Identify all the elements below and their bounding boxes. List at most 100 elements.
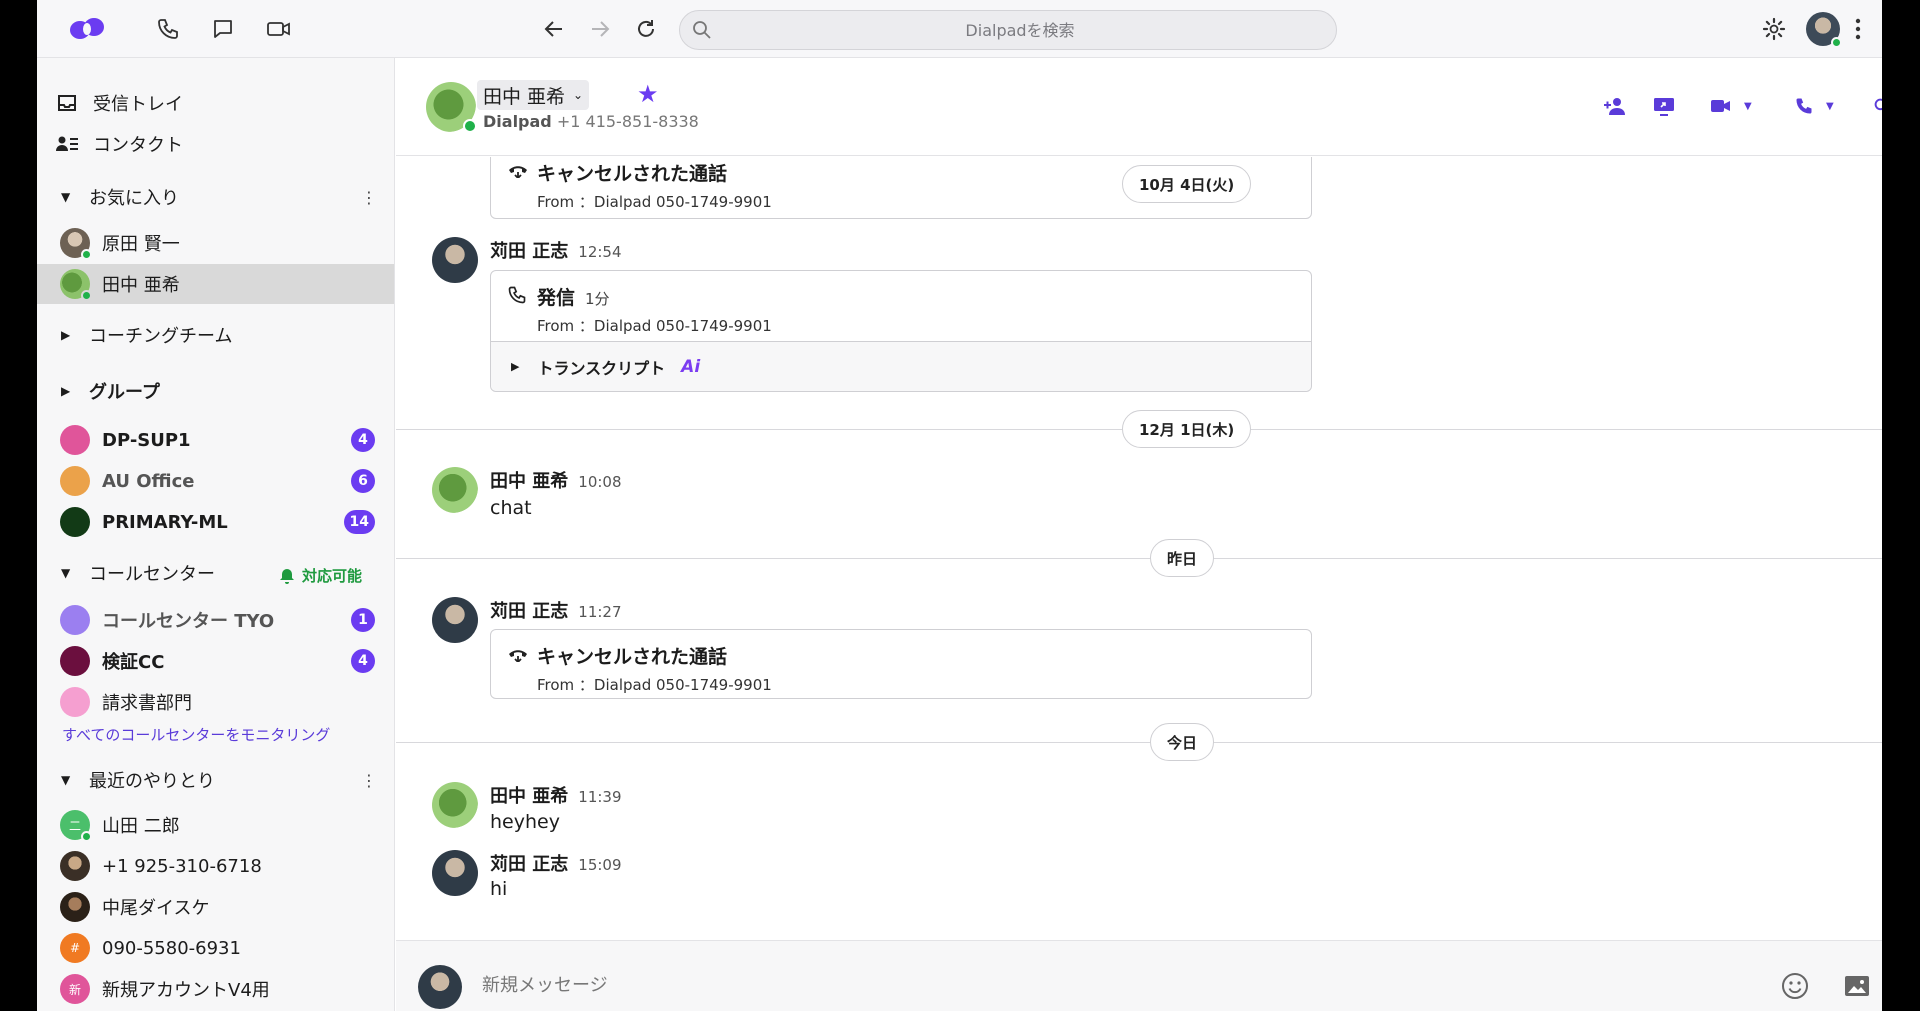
unread-badge: 4 bbox=[351, 649, 375, 673]
sidebar-item-label: 受信トレイ bbox=[93, 94, 183, 115]
caret-down-icon: ▼ bbox=[61, 190, 71, 204]
more-vertical-icon[interactable] bbox=[1850, 15, 1866, 43]
contact-name-dropdown[interactable]: 田中 亜希 ⌄ bbox=[477, 80, 590, 110]
avatar bbox=[60, 507, 90, 537]
sidebar-item-contacts[interactable]: コンタクト bbox=[55, 129, 183, 159]
video-call-button[interactable]: ▼ bbox=[1710, 94, 1752, 118]
sender-avatar[interactable] bbox=[432, 237, 478, 283]
sender-name[interactable]: 苅田 正志 bbox=[490, 237, 568, 263]
sender-avatar[interactable] bbox=[432, 850, 478, 896]
call-duration: 1分 bbox=[585, 290, 610, 308]
section-recent[interactable]: ▼ 最近のやりとり ⋮ bbox=[61, 765, 377, 795]
section-title: コーチングチーム bbox=[89, 326, 233, 347]
sidebar-item-label: コンタクト bbox=[93, 135, 183, 156]
sender-avatar[interactable] bbox=[432, 597, 478, 643]
favorite-star-icon[interactable]: ★ bbox=[637, 80, 659, 108]
section-title: グループ bbox=[89, 382, 160, 403]
avatar-initial: # bbox=[69, 941, 81, 955]
phone-icon[interactable] bbox=[154, 15, 182, 43]
new-message-input[interactable] bbox=[482, 969, 1682, 1001]
avatar bbox=[60, 269, 92, 301]
dialpad-app: 受信トレイ コンタクト ▼ お気に入り ⋮ 原田 賢一 田中 亜希 ▶ コーチン… bbox=[37, 0, 1882, 1011]
call-title: 発信 bbox=[537, 287, 576, 309]
date-divider-line bbox=[396, 558, 1882, 559]
dialpad-logo[interactable] bbox=[67, 15, 107, 43]
sidebar-item-recent[interactable]: 中尾ダイスケ bbox=[37, 887, 394, 927]
missed-call-icon bbox=[507, 160, 529, 182]
message-text: heyhey bbox=[490, 811, 560, 833]
availability-status[interactable]: 対応可能 bbox=[278, 565, 362, 586]
image-upload-icon[interactable] bbox=[1842, 971, 1872, 1001]
emoji-icon[interactable] bbox=[1780, 971, 1810, 1001]
settings-icon[interactable] bbox=[1760, 15, 1788, 43]
call-center-name: 検証CC bbox=[102, 652, 165, 673]
date-separator: 10月 4日(火) bbox=[1122, 165, 1252, 203]
forward-icon[interactable] bbox=[586, 15, 614, 43]
section-title: お気に入り bbox=[89, 188, 179, 209]
contact-subtitle: Dialpad +1 415-851-8338 bbox=[483, 112, 699, 131]
message-list[interactable]: キャンセルされた通話 From ：Dialpad 050-1749-9901 1… bbox=[396, 157, 1882, 940]
sidebar: 受信トレイ コンタクト ▼ お気に入り ⋮ 原田 賢一 田中 亜希 ▶ コーチン… bbox=[37, 58, 395, 1011]
contact-name: 山田 二郎 bbox=[102, 816, 180, 837]
sidebar-item-recent[interactable]: +1 925-310-6718 bbox=[37, 846, 394, 886]
sidebar-item-recent[interactable]: 新 新規アカウントV4用 bbox=[37, 969, 394, 1009]
contact-name: 新規アカウントV4用 bbox=[102, 980, 270, 1001]
reload-icon[interactable] bbox=[632, 15, 660, 43]
add-contact-icon[interactable] bbox=[1603, 94, 1627, 118]
sidebar-item-favorite-active[interactable]: 田中 亜希 bbox=[37, 264, 394, 304]
sidebar-item-inbox[interactable]: 受信トレイ bbox=[55, 88, 183, 118]
message-time: 11:39 bbox=[578, 788, 622, 806]
more-vertical-icon[interactable]: ⋮ bbox=[361, 771, 377, 790]
missed-call-icon bbox=[507, 644, 529, 666]
sidebar-item-group[interactable]: AU Office 6 bbox=[37, 461, 394, 501]
back-icon[interactable] bbox=[540, 15, 568, 43]
video-icon[interactable] bbox=[265, 15, 293, 43]
message-header: 田中 亜希 10:08 bbox=[490, 467, 622, 493]
message-header: 苅田 正志 12:54 bbox=[490, 237, 622, 263]
sidebar-item-call-center[interactable]: 請求書部門 bbox=[37, 682, 394, 722]
avatar bbox=[60, 605, 90, 635]
transcript-toggle[interactable]: ▶ トランスクリプト Ai bbox=[491, 341, 1311, 391]
more-vertical-icon[interactable]: ⋮ bbox=[361, 188, 377, 207]
screen-share-icon[interactable] bbox=[1653, 94, 1675, 118]
sidebar-item-group[interactable]: DP-SUP1 4 bbox=[37, 420, 394, 460]
dropdown-caret-icon[interactable]: ▼ bbox=[1744, 101, 1752, 112]
sidebar-item-recent[interactable]: 二 山田 二郎 bbox=[37, 805, 394, 845]
video-icon bbox=[1711, 100, 1730, 112]
section-favorites[interactable]: ▼ お気に入り ⋮ bbox=[61, 182, 377, 212]
message-time: 10:08 bbox=[578, 473, 622, 491]
online-indicator bbox=[81, 249, 92, 260]
sidebar-item-recent[interactable]: # 090-5580-6931 bbox=[37, 928, 394, 968]
sidebar-item-group[interactable]: PRIMARY-ML 14 bbox=[37, 502, 394, 542]
sender-name[interactable]: 苅田 正志 bbox=[490, 597, 568, 623]
avatar bbox=[60, 851, 90, 881]
section-coaching-team[interactable]: ▶ コーチングチーム bbox=[61, 320, 377, 350]
contact-name: +1 925-310-6718 bbox=[102, 855, 262, 877]
dropdown-caret-icon[interactable]: ▼ bbox=[1826, 101, 1834, 112]
sender-avatar[interactable] bbox=[432, 467, 478, 513]
chat-icon[interactable] bbox=[209, 15, 237, 43]
sender-avatar[interactable] bbox=[432, 782, 478, 828]
monitor-all-call-centers-link[interactable]: すべてのコールセンターをモニタリング bbox=[62, 724, 330, 745]
group-name: DP-SUP1 bbox=[102, 429, 191, 451]
voice-call-button[interactable]: ▼ bbox=[1794, 94, 1834, 118]
sidebar-item-favorite[interactable]: 原田 賢一 bbox=[37, 223, 394, 263]
section-groups[interactable]: ▶ グループ bbox=[61, 376, 377, 406]
search-bar[interactable] bbox=[679, 10, 1337, 50]
avatar bbox=[60, 466, 90, 496]
sidebar-item-call-center[interactable]: コールセンター TYO 1 bbox=[37, 600, 394, 640]
call-card-cancelled[interactable]: キャンセルされた通話 From ：Dialpad 050-1749-9901 bbox=[490, 629, 1312, 699]
sidebar-item-call-center[interactable]: 検証CC 4 bbox=[37, 641, 394, 681]
search-conversation-icon[interactable] bbox=[1874, 94, 1882, 118]
user-avatar[interactable] bbox=[1805, 11, 1842, 48]
call-card-outgoing[interactable]: 発信 1分 From ：Dialpad 050-1749-9901 ▶ トランス… bbox=[490, 270, 1312, 392]
sender-name[interactable]: 田中 亜希 bbox=[490, 782, 568, 808]
sender-name[interactable]: 苅田 正志 bbox=[490, 850, 568, 876]
outgoing-call-icon bbox=[507, 285, 527, 309]
contact-avatar[interactable] bbox=[426, 82, 477, 133]
transcript-label: トランスクリプト bbox=[537, 358, 666, 378]
chevron-down-icon: ⌄ bbox=[573, 88, 584, 102]
caret-down-icon: ▼ bbox=[61, 773, 71, 787]
sender-name[interactable]: 田中 亜希 bbox=[490, 467, 568, 493]
search-input[interactable] bbox=[720, 11, 1320, 49]
